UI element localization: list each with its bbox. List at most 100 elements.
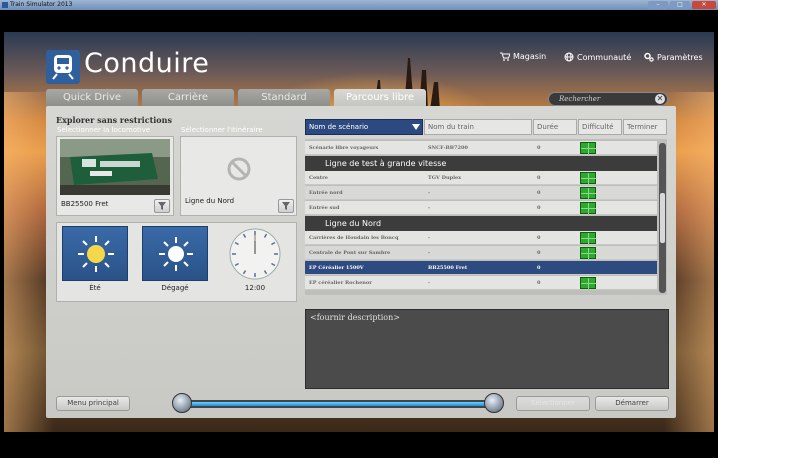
cell-train: BB25500 Fret bbox=[428, 265, 468, 271]
clock-icon[interactable] bbox=[228, 227, 282, 281]
route-filter-button[interactable] bbox=[278, 199, 294, 213]
slider-track[interactable] bbox=[182, 400, 494, 408]
cell-name: Centre bbox=[309, 175, 328, 181]
slider-fill bbox=[184, 402, 492, 406]
table-row[interactable]: EP céréalier Rochenor - 0 bbox=[305, 276, 657, 290]
cell-name: EP Céréalier 1500V bbox=[309, 265, 364, 271]
header-duration[interactable]: Durée bbox=[533, 119, 577, 135]
difficulty-icon bbox=[580, 232, 596, 245]
table-row[interactable]: Centre TGV Duplex 0 bbox=[305, 171, 657, 185]
nav-label: Magasin bbox=[513, 52, 547, 61]
no-image-icon bbox=[227, 157, 251, 181]
close-button[interactable]: ✕ bbox=[692, 1, 716, 9]
weather-button[interactable] bbox=[142, 226, 208, 281]
slider-right-knob[interactable] bbox=[484, 393, 504, 413]
header-train-name[interactable]: Nom du train bbox=[424, 119, 532, 135]
group-header: Ligne de test à grande vitesse bbox=[305, 156, 657, 171]
difficulty-icon bbox=[580, 277, 596, 290]
cell-train: - bbox=[428, 250, 431, 256]
tab-carriere[interactable]: Carrière bbox=[142, 89, 234, 106]
cell-train: - bbox=[428, 190, 431, 196]
cell-train: TGV Duplex bbox=[428, 175, 462, 181]
window-titlebar: Train Simulator 2013 – □ ✕ bbox=[0, 0, 718, 10]
cell-name: Centrale de Pont sur Sambre bbox=[309, 250, 391, 256]
sun-clear-icon bbox=[159, 237, 193, 271]
difficulty-icon bbox=[580, 142, 596, 155]
loco-card[interactable]: BB25500 Fret bbox=[56, 136, 174, 216]
cart-icon bbox=[500, 52, 511, 61]
header-complete[interactable]: Terminer bbox=[623, 119, 667, 135]
route-card[interactable]: Ligne du Nord bbox=[180, 136, 297, 216]
table-row[interactable]: Centrale de Pont sur Sambre - 0 bbox=[305, 246, 657, 260]
nav-label: Paramètres bbox=[657, 53, 703, 62]
weather-label: Dégagé bbox=[161, 284, 189, 292]
cell-name: Entrée nord bbox=[309, 190, 343, 196]
difficulty-icon bbox=[580, 187, 596, 200]
route-label: Sélectionner l'itinéraire bbox=[181, 126, 263, 134]
loco-value: BB25500 Fret bbox=[61, 200, 109, 208]
slider-left-knob[interactable] bbox=[172, 393, 192, 413]
main-menu-button[interactable]: Menu principal bbox=[56, 396, 130, 411]
loco-label: Sélectionner la locomotive bbox=[57, 126, 151, 134]
tab-quick-drive[interactable]: Quick Drive bbox=[46, 89, 138, 106]
app-title: Conduire bbox=[84, 48, 210, 79]
cell-duration: 0 bbox=[537, 250, 541, 256]
cell-duration: 0 bbox=[537, 280, 541, 286]
funnel-icon bbox=[158, 202, 166, 210]
cell-name: Entrée sud bbox=[309, 205, 340, 211]
difficulty-icon bbox=[580, 202, 596, 215]
nav-communaute[interactable]: Communauté bbox=[564, 52, 631, 62]
table-row-selected[interactable]: EP Céréalier 1500V BB25500 Fret 0 bbox=[305, 261, 657, 275]
table-row[interactable]: Scénario libre voyageurs SNCF-BB7200 0 bbox=[305, 141, 657, 155]
cell-train: - bbox=[428, 235, 431, 241]
cell-duration: 0 bbox=[537, 175, 541, 181]
cell-name: Carrières de Houdain les Boncq bbox=[309, 235, 399, 241]
maximize-button[interactable]: □ bbox=[670, 1, 690, 9]
group-header: Ligne du Nord bbox=[305, 216, 657, 231]
cell-duration: 0 bbox=[537, 235, 541, 241]
window-title: Train Simulator 2013 bbox=[10, 1, 73, 8]
train-front-icon bbox=[52, 55, 74, 80]
description-panel: <fournir description> bbox=[305, 309, 669, 389]
cell-duration: 0 bbox=[537, 190, 541, 196]
globe-icon bbox=[564, 52, 574, 62]
app-icon bbox=[2, 2, 8, 8]
scrollbar-thumb[interactable] bbox=[660, 193, 665, 243]
sun-summer-icon bbox=[78, 236, 114, 272]
search-input[interactable] bbox=[559, 93, 649, 105]
cell-name: Scénario libre voyageurs bbox=[309, 145, 379, 151]
cell-duration: 0 bbox=[537, 145, 541, 151]
minimize-button[interactable]: – bbox=[648, 1, 668, 9]
start-button[interactable]: Démarrer bbox=[595, 396, 669, 411]
nav-label: Communauté bbox=[577, 53, 632, 62]
time-label: 12:00 bbox=[244, 284, 266, 292]
cell-duration: 0 bbox=[537, 265, 541, 271]
nav-parametres[interactable]: Paramètres bbox=[644, 52, 703, 62]
season-button[interactable] bbox=[62, 226, 128, 281]
clear-search-icon[interactable]: ✕ bbox=[655, 94, 665, 104]
cell-train: - bbox=[428, 280, 431, 286]
header-difficulty[interactable]: Difficulté bbox=[578, 119, 622, 135]
select-button[interactable]: Sélectionner bbox=[516, 396, 590, 411]
difficulty-icon bbox=[580, 172, 596, 185]
route-value: Ligne du Nord bbox=[185, 197, 235, 205]
sort-desc-icon bbox=[412, 124, 420, 130]
locomotive-thumbnail bbox=[60, 139, 170, 195]
loco-filter-button[interactable] bbox=[154, 199, 170, 213]
table-row[interactable]: Entrée sud - 0 bbox=[305, 201, 657, 215]
table-row[interactable]: Entrée nord - 0 bbox=[305, 186, 657, 200]
tab-standard[interactable]: Standard bbox=[238, 89, 330, 106]
cell-train: SNCF-BB7200 bbox=[428, 145, 468, 151]
funnel-icon bbox=[282, 202, 290, 210]
nav-magasin[interactable]: Magasin bbox=[500, 52, 546, 61]
season-label: Été bbox=[89, 284, 101, 292]
cell-train: - bbox=[428, 205, 431, 211]
tab-parcours-libre[interactable]: Parcours libre bbox=[334, 89, 426, 107]
header-scenario-name[interactable]: Nom de scénario bbox=[305, 119, 423, 135]
search-box[interactable]: ✕ bbox=[548, 92, 668, 106]
cell-duration: 0 bbox=[537, 205, 541, 211]
description-text: <fournir description> bbox=[310, 313, 400, 322]
table-row[interactable]: Carrières de Houdain les Boncq - 0 bbox=[305, 231, 657, 245]
gears-icon bbox=[644, 52, 654, 62]
table-scrollbar[interactable] bbox=[659, 143, 666, 293]
